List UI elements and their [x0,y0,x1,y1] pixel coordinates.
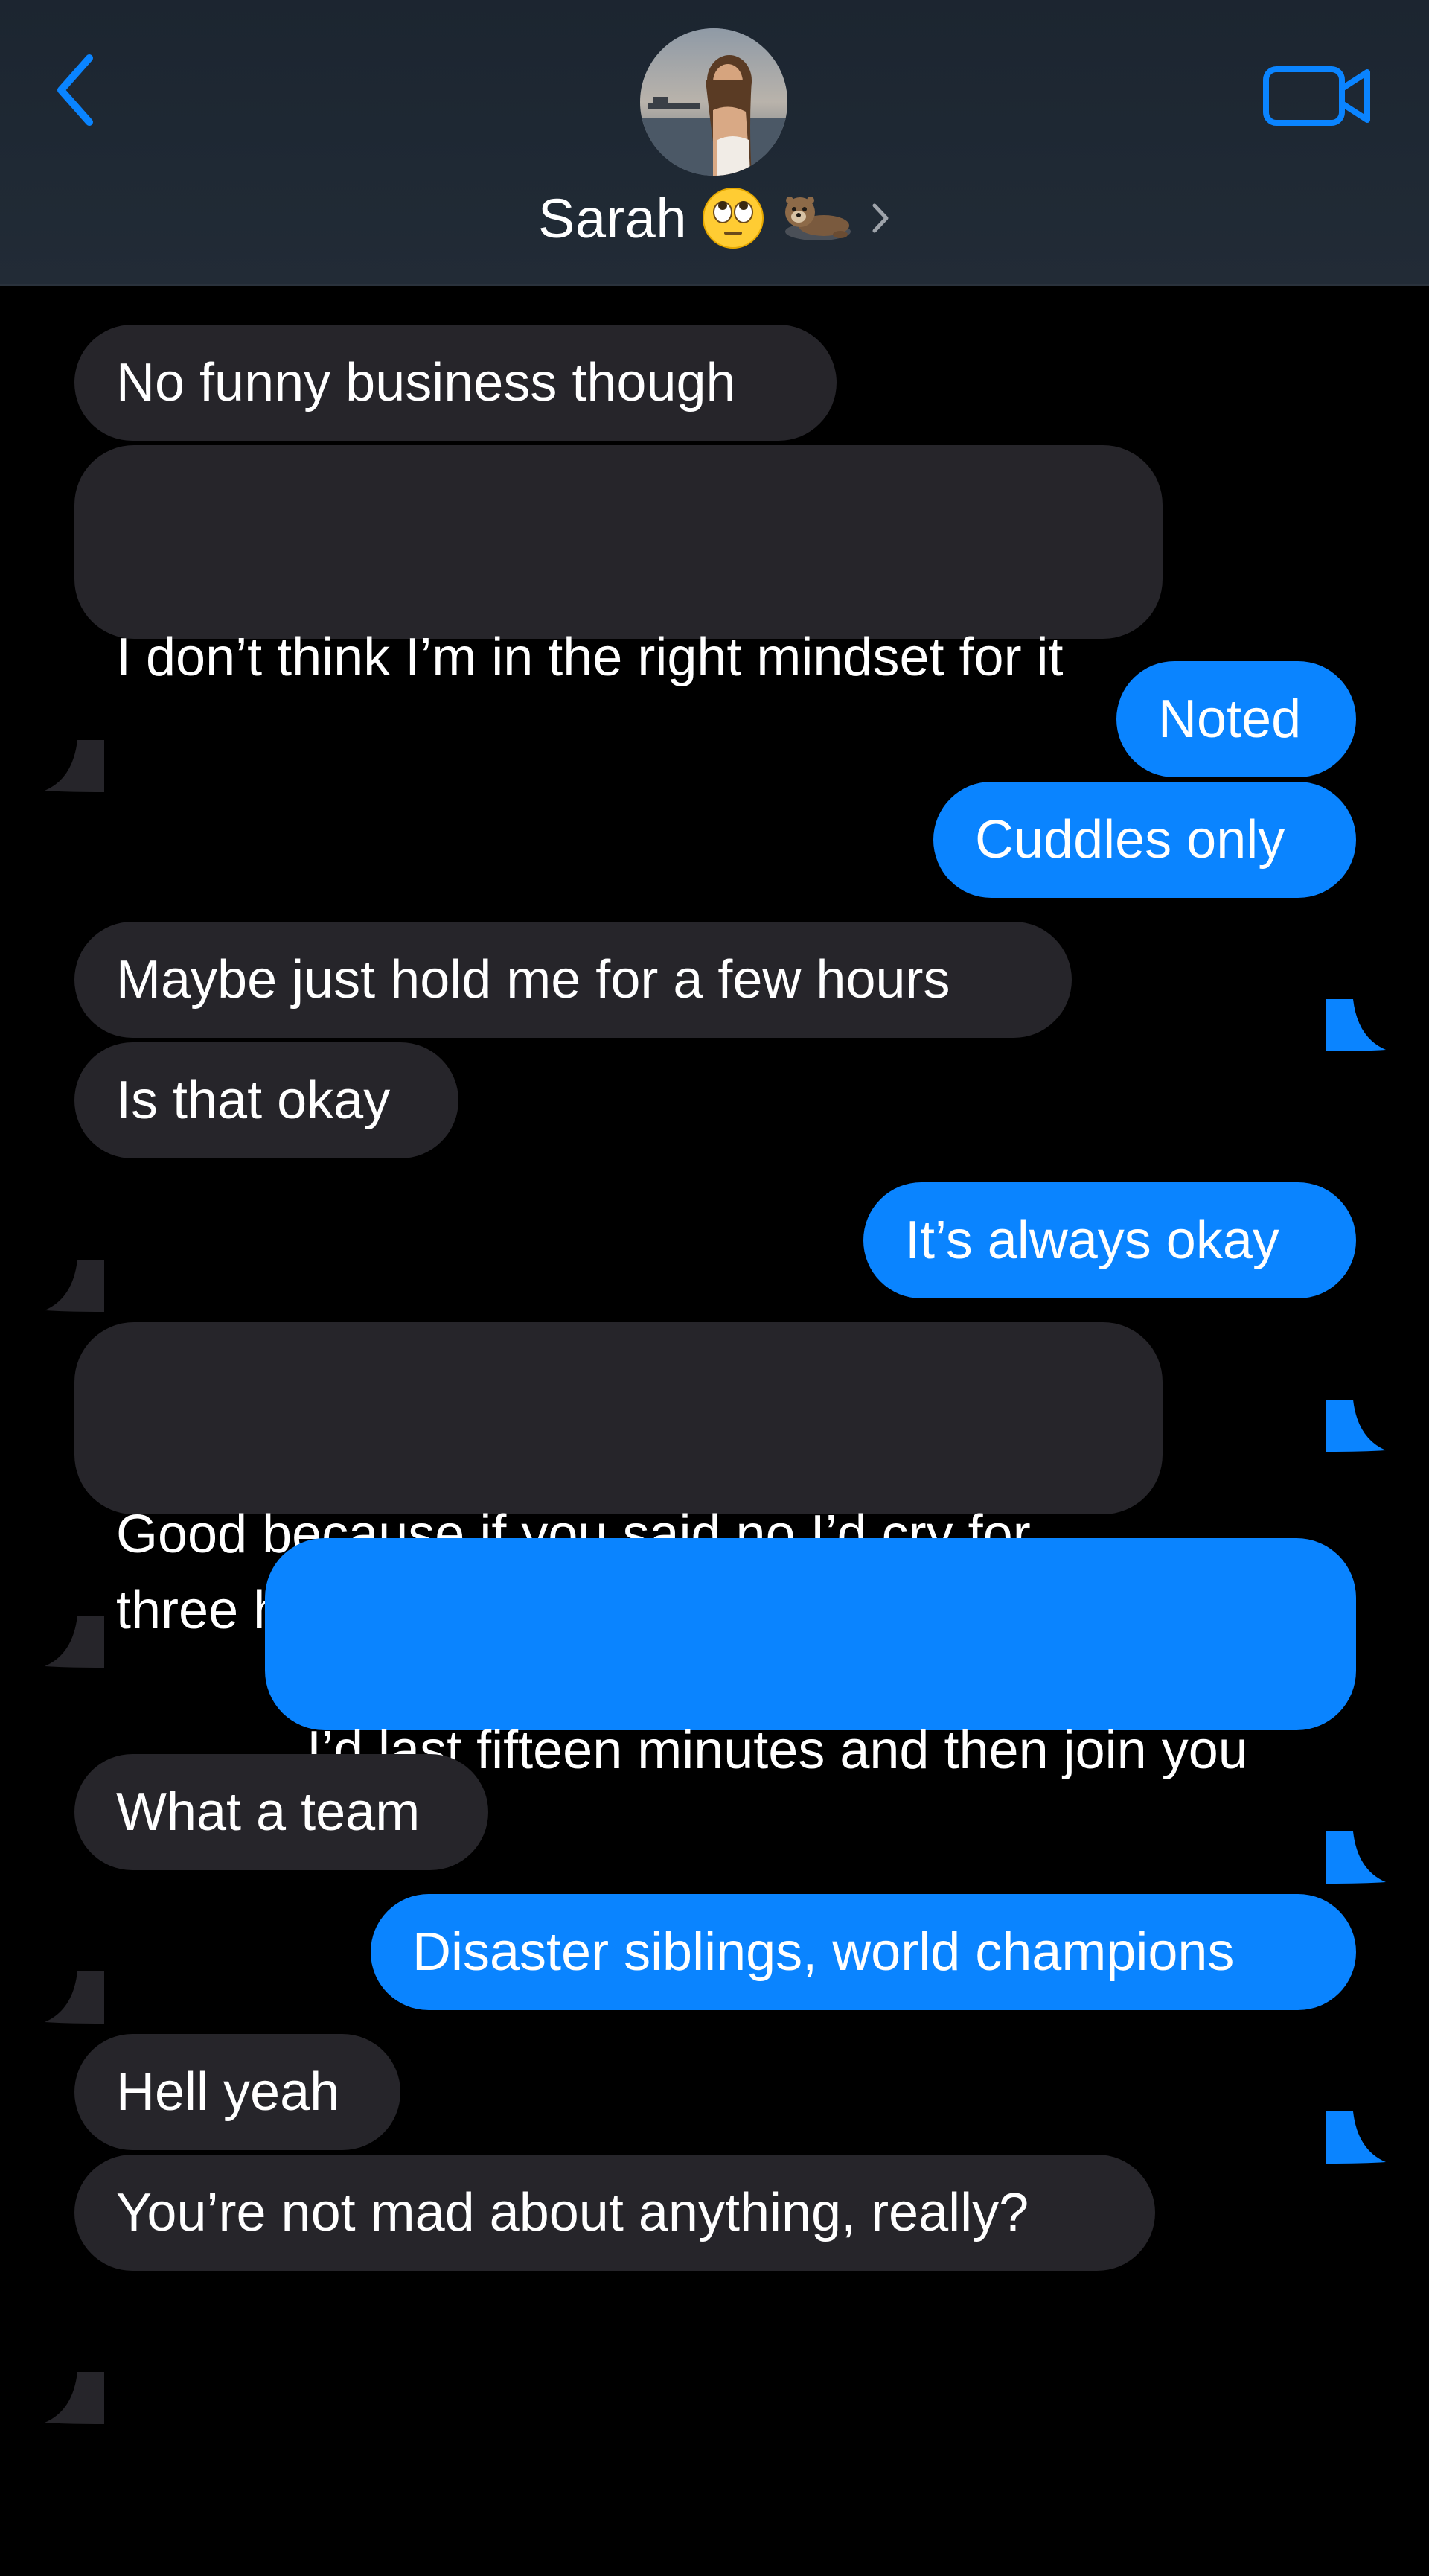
bubble-tail [1326,1960,1386,2164]
message-text: What a team [116,1782,421,1842]
bubble-tail [1326,847,1386,1051]
message-text: It’s always okay [905,1211,1279,1270]
contact-name: Sarah [538,187,687,249]
bubble-tail [45,588,104,792]
message-bubble-received[interactable]: Good because if you said no I’d cry for … [45,1322,1163,1668]
video-call-button[interactable] [1258,55,1377,137]
message-bubble-received[interactable]: Maybe just hold me for a few hours [74,922,1072,1038]
bubble-tail [45,2220,104,2424]
video-camera-icon [1263,66,1370,126]
bubble-tail [45,1464,104,1668]
message-bubble-sent[interactable]: I’d last fifteen minutes and then join y… [265,1538,1386,1884]
bubble-tail [1326,1680,1386,1884]
message-text: You’re not mad about anything, really? [116,2183,1029,2242]
message-bubble-sent[interactable]: Disaster siblings, world champions [371,1894,1386,2164]
message-bubble-received[interactable]: Is that okay [45,1042,458,1312]
message-bubble-sent[interactable]: Cuddles only [933,782,1386,1051]
message-text: I don’t think I’m in the right mindset f… [116,628,1064,687]
contact-avatar[interactable] [640,28,787,176]
message-text: Hell yeah [116,2062,340,2122]
message-text: Is that okay [116,1071,391,1130]
message-text: Noted [1158,689,1302,749]
message-bubble-received[interactable]: You’re not mad about anything, really? [45,2155,1155,2424]
message-text: Maybe just hold me for a few hours [116,950,950,1010]
bubble-tail [45,1820,104,2024]
message-bubble-received[interactable]: I don’t think I’m in the right mindset f… [45,445,1163,792]
message-text: Disaster siblings, world champions [412,1922,1235,1982]
bubble-tail [1326,1248,1386,1452]
otter-emoji [779,187,854,249]
face-with-rolling-eyes-emoji [702,187,764,249]
message-bubble-received[interactable]: Hell yeah [74,2034,400,2150]
message-list: No funny business though I don’t think I… [0,286,1429,2424]
conversation-header: Sarah [0,0,1429,286]
chevron-right-icon [869,200,891,237]
message-bubble-sent[interactable]: It’s always okay [863,1182,1386,1452]
message-bubble-received[interactable]: No funny business though [74,325,837,441]
avatar-photo [640,28,787,176]
chevron-left-icon [57,54,93,126]
bubble-tail [45,1108,104,1312]
message-bubble-sent[interactable]: Noted [1116,661,1356,777]
message-text: Cuddles only [975,810,1285,870]
message-text: No funny business though [116,353,736,412]
back-button[interactable] [36,42,118,138]
contact-name-button[interactable]: Sarah [0,177,1429,259]
message-bubble-received[interactable]: What a team [45,1754,488,2024]
